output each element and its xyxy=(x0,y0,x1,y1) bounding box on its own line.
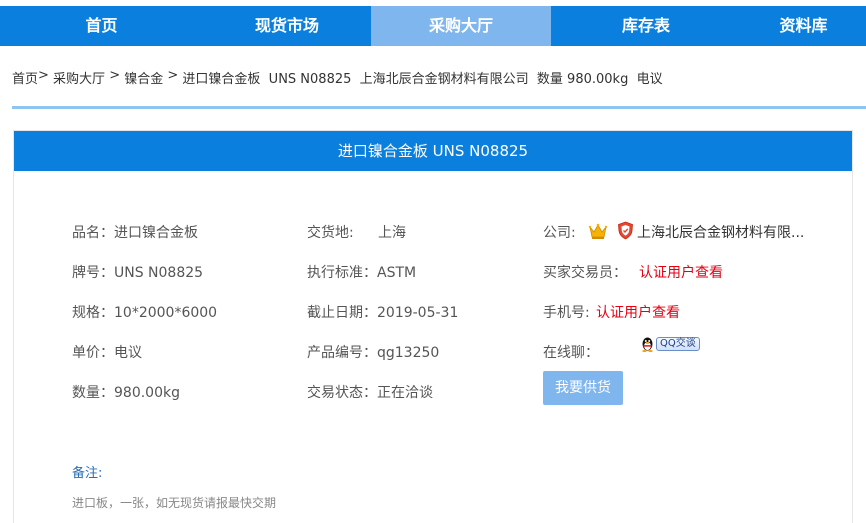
panel-title: 进口镍合金板 UNS N08825 xyxy=(14,131,852,171)
phone-label: 手机号: xyxy=(543,305,590,321)
product-price: 单价：电议 xyxy=(72,345,142,361)
delivery-value: 上海 xyxy=(378,225,406,241)
shield-icon xyxy=(618,221,633,240)
remark-text: 进口板，一张，如无现货请报最快交期 xyxy=(72,496,277,510)
breadcrumb-current: 进口镍合金板 UNS N08825 上海北辰合金钢材料有限公司 数量 980.0… xyxy=(182,72,663,87)
product-quantity: 数量：980.00kg xyxy=(72,385,180,401)
breadcrumb: 首页 > 采购大厅 > 镍合金 > 进口镍合金板 UNS N08825 上海北辰… xyxy=(12,68,663,87)
company-label: 公司: xyxy=(543,225,576,241)
online-chat-label: 在线聊： xyxy=(543,345,599,361)
buyer-trader-label: 买家交易员： xyxy=(543,265,627,281)
breadcrumb-home-link[interactable]: 首页 xyxy=(12,68,38,87)
crown-icon xyxy=(588,223,608,239)
buyer-trader-verify-link[interactable]: 认证用户查看 xyxy=(639,262,723,282)
phone-verify-link[interactable]: 认证用户查看 xyxy=(596,302,680,322)
main-nav: 首页 现货市场 采购大厅 库存表 资料库 xyxy=(0,6,866,46)
nav-item-inventory[interactable]: 库存表 xyxy=(551,6,741,46)
remark-label: 备注: xyxy=(72,466,103,481)
product-name: 品名：进口镍合金板 xyxy=(72,225,198,241)
breadcrumb-category-link[interactable]: 镍合金 xyxy=(124,68,163,87)
company-name-link[interactable]: 上海北辰合金钢材料有限... xyxy=(637,222,804,242)
supply-button[interactable]: 我要供货 xyxy=(543,371,623,405)
deadline-date: 截止日期：2019-05-31 xyxy=(307,305,459,321)
nav-item-purchase-hall[interactable]: 采购大厅 xyxy=(371,6,551,46)
qq-penguin-icon xyxy=(642,337,653,352)
delivery-label: 交货地: xyxy=(307,225,354,241)
trade-status: 交易状态：正在洽谈 xyxy=(307,385,433,401)
qq-chat-button[interactable]: QQ交谈 xyxy=(640,336,700,352)
nav-item-spot-market[interactable]: 现货市场 xyxy=(203,6,371,46)
execution-standard: 执行标准：ASTM xyxy=(307,265,417,281)
nav-item-library[interactable]: 资料库 xyxy=(741,6,866,46)
product-spec: 规格：10*2000*6000 xyxy=(72,305,218,321)
breadcrumb-separator: > xyxy=(38,68,54,83)
product-grade: 牌号：UNS N08825 xyxy=(72,265,204,281)
breadcrumb-separator: > xyxy=(163,68,183,83)
breadcrumb-purchase-link[interactable]: 采购大厅 xyxy=(53,68,105,87)
qq-chat-badge: QQ交谈 xyxy=(656,337,700,351)
product-number: 产品编号：qg13250 xyxy=(307,345,440,361)
nav-item-home[interactable]: 首页 xyxy=(0,6,203,46)
breadcrumb-separator: > xyxy=(105,68,125,83)
detail-panel: 进口镍合金板 UNS N08825 xyxy=(13,130,853,523)
section-divider xyxy=(12,106,866,109)
